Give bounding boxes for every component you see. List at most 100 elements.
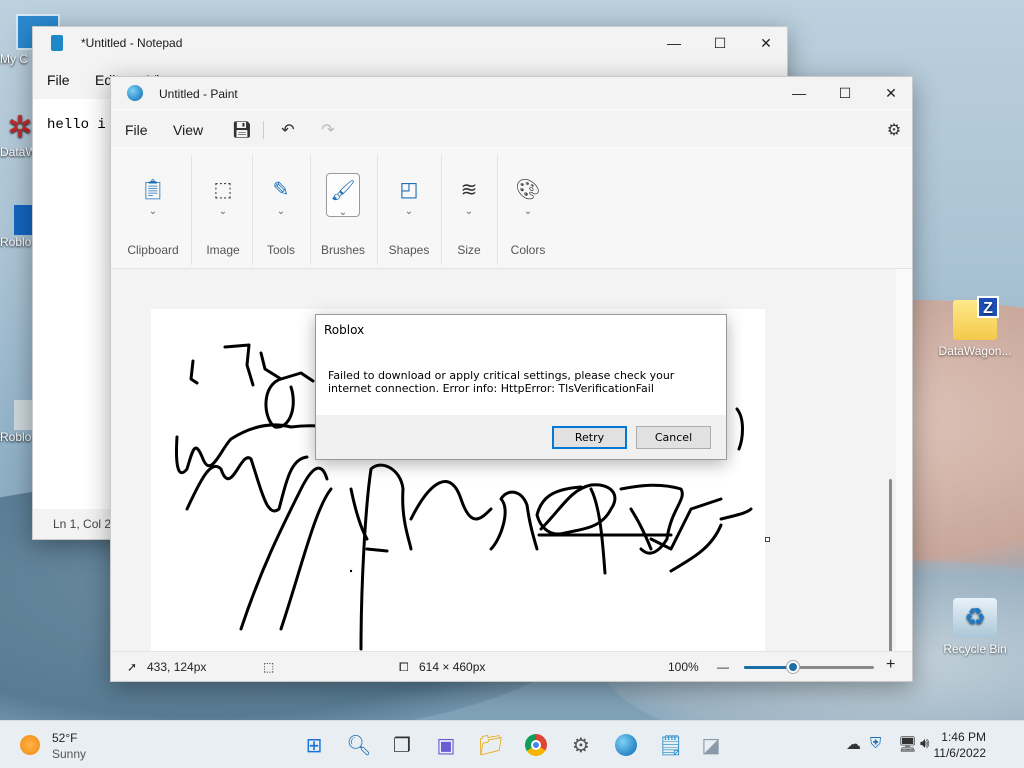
- size-icon[interactable]: ≋ ⌄: [452, 173, 486, 217]
- redo-icon[interactable]: ↷: [317, 119, 339, 141]
- menu-view[interactable]: View: [173, 122, 203, 138]
- selection-icon[interactable]: ⬚ ⌄: [206, 173, 240, 217]
- palette-icon[interactable]: 🎨︎ ⌄: [511, 173, 545, 217]
- ribbon-group-image[interactable]: ⬚ ⌄ Image: [195, 149, 251, 269]
- menu-divider: [263, 121, 264, 139]
- chrome-logo: [525, 734, 547, 756]
- ribbon-label: Brushes: [320, 243, 366, 257]
- search-icon[interactable]: 🔍︎: [343, 729, 375, 761]
- shapes-icon[interactable]: ◰ ⌄: [392, 173, 426, 217]
- ribbon-group-colors[interactable]: 🎨︎ ⌄ Colors: [499, 149, 557, 269]
- tools-icon[interactable]: ✎ ⌄: [264, 173, 298, 217]
- cloud-offline-icon[interactable]: ☁: [846, 735, 861, 753]
- dialog-title: Roblox: [324, 323, 365, 337]
- security-shield-icon[interactable]: ⛨: [870, 735, 881, 752]
- ribbon-group-shapes[interactable]: ◰ ⌄ Shapes: [379, 149, 439, 269]
- maximize-button[interactable]: ☐: [697, 27, 743, 59]
- chevron-down-icon: ⌄: [523, 206, 533, 217]
- file-explorer-icon[interactable]: 📁︎: [475, 729, 507, 761]
- chrome-icon[interactable]: [520, 729, 552, 761]
- menu-file[interactable]: File: [47, 72, 70, 88]
- zoom-slider[interactable]: [744, 661, 874, 673]
- notepad-titlebar[interactable]: *Untitled - Notepad — ☐ ✕: [33, 27, 787, 59]
- settings-icon[interactable]: ⚙: [565, 729, 597, 761]
- paint-taskbar-icon[interactable]: [610, 729, 642, 761]
- dialog-message: Failed to download or apply critical set…: [328, 369, 675, 395]
- window-title: *Untitled - Notepad: [81, 36, 183, 50]
- ribbon-divider: [310, 155, 311, 265]
- canvas-resize-handle[interactable]: [765, 537, 770, 542]
- vertical-scrollbar[interactable]: [889, 479, 892, 651]
- taskbar: 52°F Sunny ⊞ 🔍︎ ❐ ▣ 📁︎ ⚙ 🗒︎ ◪ ☁ ⛨ 🖥︎ 🔊︎ …: [0, 720, 1024, 768]
- retry-button[interactable]: Retry: [552, 426, 627, 449]
- desktop-icon-recycle-bin[interactable]: ♻ Recycle Bin: [935, 598, 1015, 656]
- notepad-icon: [51, 35, 63, 51]
- clock-date: 11/6/2022: [933, 746, 987, 760]
- notepad-status: Ln 1, Col 21: [53, 517, 118, 531]
- save-icon[interactable]: 💾︎: [231, 119, 253, 141]
- account-settings-icon[interactable]: ⚙: [883, 119, 905, 141]
- notepad-taskbar-icon[interactable]: 🗒︎: [655, 729, 687, 761]
- ribbon-divider: [497, 155, 498, 265]
- menu-file[interactable]: File: [125, 122, 148, 138]
- chevron-down-icon: ⌄: [218, 206, 228, 217]
- ribbon-label: Clipboard: [127, 243, 179, 257]
- paint-logo: [615, 734, 637, 756]
- task-view-icon[interactable]: ❐: [386, 729, 418, 761]
- desktop-icon-datawagon[interactable]: Z DataWagon...: [935, 296, 1015, 358]
- clipboard-icon[interactable]: 📋︎ ⌄: [136, 173, 170, 217]
- paint-statusbar: ➚ 433, 124px ⬚ ⧠ 614 × 460px 100% — +: [111, 651, 912, 681]
- zoom-out-button[interactable]: —: [717, 660, 729, 674]
- paint-app-icon: [127, 85, 143, 101]
- app-icon: [14, 205, 34, 235]
- close-button[interactable]: ✕: [743, 27, 789, 59]
- ribbon-divider: [377, 155, 378, 265]
- window-title: Untitled - Paint: [159, 87, 238, 101]
- cursor-position: 433, 124px: [147, 660, 207, 674]
- paint-ribbon: 📋︎ ⌄ Clipboard ⬚ ⌄ Image ✎ ⌄ Tools 🖌︎ ⌄ Brus…: [111, 149, 912, 269]
- ribbon-label: Tools: [266, 243, 295, 257]
- roblox-taskbar-icon[interactable]: ◪: [695, 729, 727, 761]
- volume-icon[interactable]: 🔊︎: [920, 735, 929, 752]
- minimize-button[interactable]: —: [776, 77, 822, 109]
- zoom-thumb[interactable]: [787, 661, 799, 673]
- chevron-down-icon: ⌄: [148, 206, 158, 217]
- weather-desc: Sunny: [52, 747, 87, 761]
- chevron-down-icon: ⌄: [338, 207, 348, 218]
- roblox-error-dialog: Roblox Failed to download or apply criti…: [315, 314, 727, 460]
- app-icon: [14, 400, 34, 430]
- weather-temp: 52°F: [52, 731, 78, 745]
- dialog-footer: Retry Cancel: [316, 415, 726, 459]
- cancel-button[interactable]: Cancel: [636, 426, 711, 449]
- maximize-button[interactable]: ☐: [822, 77, 868, 109]
- ribbon-group-size[interactable]: ≋ ⌄ Size: [443, 149, 495, 269]
- notepad-text: hello i: [47, 117, 106, 133]
- desktop-icon-label: Recycle Bin: [943, 642, 1007, 656]
- recycle-bin-icon: ♻: [953, 598, 997, 638]
- paint-menubar: File View 💾︎ ↶ ↷ ⚙: [111, 111, 912, 147]
- ribbon-divider: [191, 155, 192, 265]
- ribbon-label: Colors: [510, 243, 546, 257]
- zoom-level: 100%: [668, 660, 699, 674]
- undo-icon[interactable]: ↶: [277, 119, 299, 141]
- zoom-fill: [744, 666, 793, 669]
- clock[interactable]: 1:46 PM 11/6/2022: [934, 729, 987, 761]
- ribbon-group-clipboard[interactable]: 📋︎ ⌄ Clipboard: [119, 149, 187, 269]
- brush-icon[interactable]: 🖌︎ ⌄: [326, 173, 360, 218]
- ribbon-label: Image: [206, 243, 240, 257]
- cursor-icon: ➚: [127, 660, 138, 674]
- network-icon[interactable]: 🖥︎: [898, 735, 917, 753]
- selection-size-icon: ⬚: [263, 660, 275, 674]
- minimize-button[interactable]: —: [651, 27, 697, 59]
- chevron-down-icon: ⌄: [276, 206, 286, 217]
- canvas-size: 614 × 460px: [419, 660, 486, 674]
- sun-icon: [20, 735, 40, 755]
- desktop-icon-label: DataWagon...: [938, 344, 1012, 358]
- ribbon-group-brushes[interactable]: 🖌︎ ⌄ Brushes: [313, 149, 373, 269]
- ribbon-group-tools[interactable]: ✎ ⌄ Tools: [253, 149, 309, 269]
- start-icon[interactable]: ⊞: [298, 729, 330, 761]
- zoom-in-button[interactable]: +: [886, 656, 895, 674]
- paint-titlebar[interactable]: Untitled - Paint — ☐ ✕: [111, 77, 912, 109]
- close-button[interactable]: ✕: [868, 77, 914, 109]
- chat-icon[interactable]: ▣: [430, 729, 462, 761]
